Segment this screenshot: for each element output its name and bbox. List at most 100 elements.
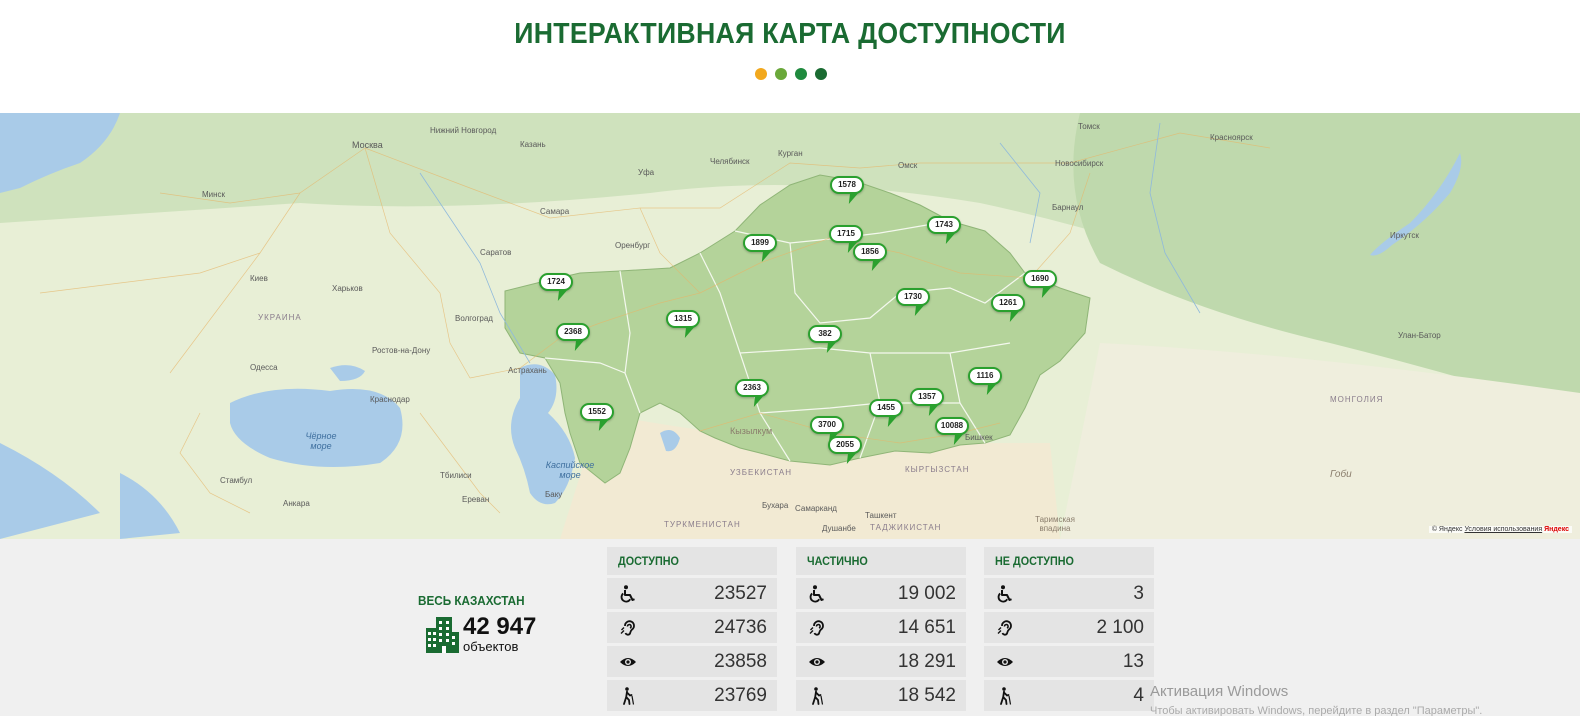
map-marker[interactable]: 2363	[735, 379, 769, 409]
windows-activation-title: Активация Windows	[1150, 683, 1289, 700]
hearing-icon	[808, 619, 826, 637]
stat-value: 23527	[714, 582, 767, 604]
map-label-volgograd: Волгоград	[455, 314, 493, 323]
column-partial: ЧАСТИЧНО 19 002 14 651 18 291 18 542	[796, 547, 966, 711]
map-label-minsk: Минск	[202, 190, 226, 199]
map-label-chelyabinsk: Челябинск	[710, 157, 750, 166]
buildings-icon	[426, 617, 459, 653]
eye-icon	[996, 653, 1014, 671]
stat-row-wheelchair: 3	[984, 578, 1154, 609]
page-header: ИНТЕРАКТИВНАЯ КАРТА ДОСТУПНОСТИ	[0, 0, 1580, 113]
map-label-tomsk: Томск	[1078, 122, 1100, 131]
map-marker[interactable]: 1578	[830, 176, 864, 206]
walking-cane-icon	[808, 686, 826, 705]
map-marker[interactable]: 1730	[896, 288, 930, 318]
stats-panel: ВЕСЬ КАЗАХСТАН 42 947 объектов ДОСТУПНО …	[0, 539, 1580, 716]
windows-activation-subtitle: Чтобы активировать Windows, перейдите в …	[1150, 705, 1483, 716]
map-label-kurgan: Курган	[778, 149, 803, 158]
stat-row-mobility: 4	[984, 680, 1154, 711]
stat-row-hearing: 2 100	[984, 612, 1154, 643]
map-label-kiev: Киев	[250, 274, 268, 283]
map-label-bishkek: Бишкек	[965, 433, 993, 442]
map-label-ankara: Анкара	[283, 499, 310, 508]
stat-value: 4	[1133, 684, 1144, 706]
terms-of-use-link[interactable]: Условия использования	[1464, 526, 1542, 533]
map-label-ukraine: УКРАИНА	[258, 313, 302, 322]
decoration-dot-lightgreen	[775, 68, 787, 80]
map-marker[interactable]: 1116	[968, 367, 1002, 397]
stat-value: 2 100	[1096, 616, 1144, 638]
map-marker[interactable]: 1724	[539, 273, 573, 303]
stat-row-hearing: 24736	[607, 612, 777, 643]
map-label-odessa: Одесса	[250, 363, 278, 372]
stat-row-vision: 13	[984, 646, 1154, 677]
summary-unit: объектов	[463, 638, 519, 654]
map-marker[interactable]: 1455	[869, 399, 903, 429]
hearing-icon	[996, 619, 1014, 637]
summary-label: ВЕСЬ КАЗАХСТАН	[418, 593, 525, 608]
accessibility-map[interactable]: Москва Нижний Новгород Казань Самара Сар…	[0, 113, 1580, 539]
map-label-rostov: Ростов-на-Дону	[372, 346, 431, 355]
map-label-novosibirsk: Новосибирск	[1055, 159, 1104, 168]
map-marker[interactable]: 1315	[666, 310, 700, 340]
map-label-tashkent: Ташкент	[865, 511, 897, 520]
map-label-kyrgyzstan: КЫРГЫЗСТАН	[905, 465, 970, 474]
column-header: ДОСТУПНО	[607, 547, 777, 575]
map-marker[interactable]: 2368	[556, 323, 590, 353]
map-marker[interactable]: 1261	[991, 294, 1025, 324]
map-marker[interactable]: 1899	[743, 234, 777, 264]
stat-value: 13	[1122, 650, 1144, 672]
map-label-tbilisi: Тбилиси	[440, 471, 472, 480]
map-marker[interactable]: 1743	[927, 216, 961, 246]
map-label-omsk: Омск	[898, 161, 918, 170]
map-label-samara: Самара	[540, 207, 570, 216]
stat-value: 18 291	[897, 650, 956, 672]
map-marker[interactable]: 2055	[828, 436, 862, 466]
stat-value: 23858	[714, 650, 767, 672]
title-decoration-dots	[755, 68, 827, 80]
map-marker[interactable]: 1357	[910, 388, 944, 418]
wheelchair-icon	[996, 584, 1014, 603]
map-marker[interactable]: 1552	[580, 403, 614, 433]
yandex-logo[interactable]: Яндекс	[1544, 526, 1569, 533]
map-label-erevan: Ереван	[462, 495, 490, 504]
map-marker[interactable]: 382	[808, 325, 842, 355]
column-header: ЧАСТИЧНО	[796, 547, 966, 575]
map-label-kyzylkum: Кызылкум	[730, 426, 773, 436]
map-label-kharkov: Харьков	[332, 284, 363, 293]
hearing-icon	[619, 619, 637, 637]
stat-row-mobility: 23769	[607, 680, 777, 711]
map-label-tajikistan: ТАДЖИКИСТАН	[870, 523, 942, 532]
stat-row-wheelchair: 23527	[607, 578, 777, 609]
map-label-nizhny: Нижний Новгород	[430, 126, 497, 135]
map-label-turkmenistan: ТУРКМЕНИСТАН	[664, 520, 741, 529]
stat-value: 18 542	[897, 684, 956, 706]
wheelchair-icon	[808, 584, 826, 603]
walking-cane-icon	[996, 686, 1014, 705]
map-copyright: © Яндекс Условия использования Яндекс	[1428, 526, 1572, 533]
copyright-text: © Яндекс	[1431, 526, 1463, 533]
walking-cane-icon	[619, 686, 637, 705]
map-label-tarim: Таримская впадина	[1035, 515, 1075, 533]
summary-count: 42 947	[463, 612, 537, 640]
eye-icon	[808, 653, 826, 671]
decoration-dot-darkgreen	[815, 68, 827, 80]
map-label-astrakhan: Астрахань	[508, 366, 547, 375]
map-label-caspian-sea: Каспийское море	[545, 460, 595, 480]
map-label-samarkand: Самарканд	[795, 504, 837, 513]
column-header: НЕ ДОСТУПНО	[984, 547, 1154, 575]
map-marker[interactable]: 1856	[853, 243, 887, 273]
decoration-dot-green	[795, 68, 807, 80]
map-label-baku: Баку	[545, 490, 563, 499]
stat-row-wheelchair: 19 002	[796, 578, 966, 609]
map-label-saratov: Саратов	[480, 248, 512, 257]
map-marker[interactable]: 1690	[1023, 270, 1057, 300]
decoration-dot-orange	[755, 68, 767, 80]
stat-row-vision: 18 291	[796, 646, 966, 677]
stat-value: 3	[1133, 582, 1144, 604]
map-label-ufa: Уфа	[638, 168, 655, 177]
map-marker[interactable]: 10088	[935, 417, 969, 447]
map-label-barnaul: Барнаул	[1052, 203, 1084, 212]
map-label-black-sea: Чёрное море	[305, 431, 337, 451]
map-label-krasnodar: Краснодар	[370, 395, 410, 404]
